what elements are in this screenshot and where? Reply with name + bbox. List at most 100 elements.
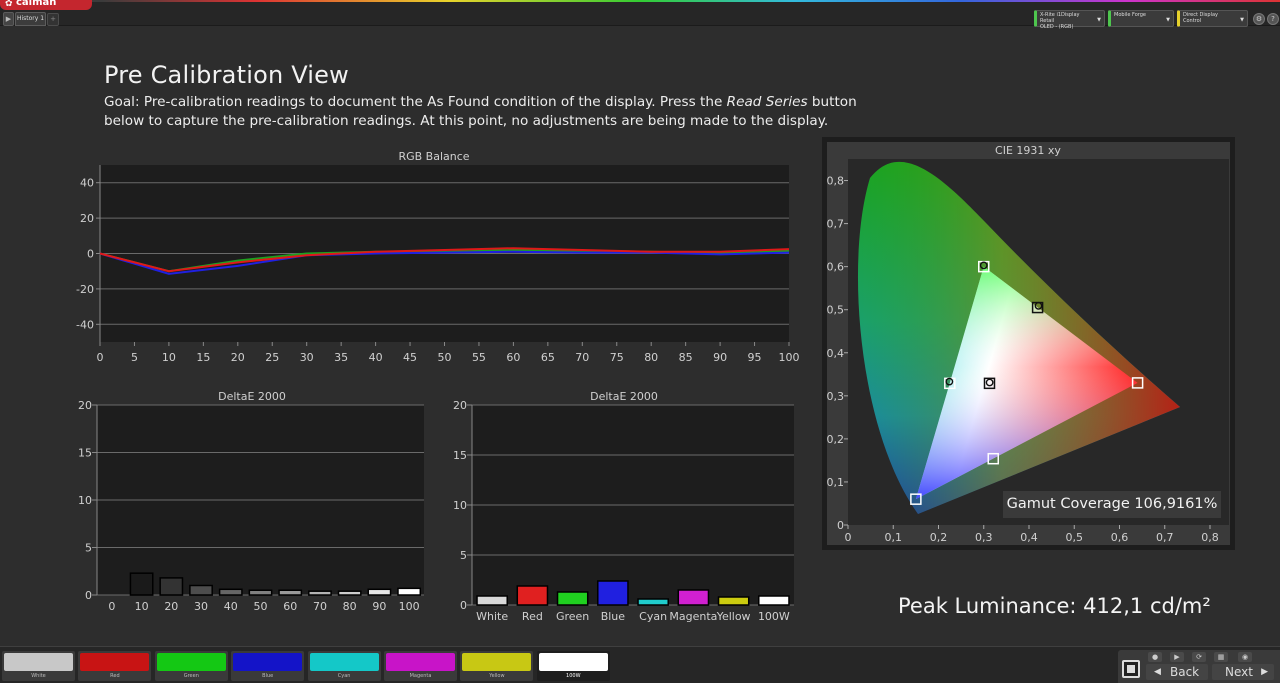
x-tick-label: Green: [556, 610, 589, 623]
patch-swatch: [233, 653, 303, 671]
x-tick-label: 90: [713, 351, 727, 364]
bar-Yellow: [717, 596, 750, 606]
x-tick-label: Cyan: [639, 610, 667, 623]
bar-30: [189, 584, 213, 596]
x-tick-label: 0,5: [1066, 531, 1084, 544]
patch-swatch: [386, 653, 455, 671]
patch-label: 100W: [566, 673, 581, 679]
x-tick-label: 75: [610, 351, 624, 364]
y-tick-label: 10: [453, 499, 467, 512]
bar-60: [278, 589, 303, 596]
x-tick-label: Red: [522, 610, 543, 623]
gamut-coverage-label: Gamut Coverage 106,9161%: [1003, 491, 1221, 518]
x-tick-label: 100: [779, 351, 800, 364]
patch-label: Magenta: [409, 673, 432, 679]
y-tick-label: 15: [453, 449, 467, 462]
patch-label: Cyan: [337, 673, 351, 679]
y-tick-label: 0,7: [827, 218, 845, 231]
patch-label: Green: [183, 673, 199, 679]
x-tick-label: 85: [679, 351, 693, 364]
x-tick-label: 80: [343, 600, 357, 613]
patch-blue[interactable]: Blue: [231, 651, 305, 681]
patch-yellow[interactable]: Yellow: [460, 651, 534, 681]
y-tick-label: 0,3: [827, 390, 845, 403]
y-tick-label: 0,2: [827, 433, 845, 446]
x-tick-label: 20: [164, 600, 178, 613]
patch-swatch: [538, 653, 608, 671]
y-tick-label: 0,8: [827, 175, 845, 188]
patch-white[interactable]: White: [2, 651, 75, 681]
bar-Red: [516, 585, 549, 606]
cie-title: CIE 1931 xy: [995, 144, 1061, 157]
patch-swatch: [462, 653, 532, 671]
x-tick-label: 0,7: [1156, 531, 1174, 544]
x-tick-label: 0: [108, 600, 115, 613]
x-tick-label: 0,3: [975, 531, 993, 544]
next-button[interactable]: Next ▶: [1212, 664, 1274, 680]
arrow-right-icon: ▶: [1261, 667, 1268, 677]
x-tick-label: 20: [231, 351, 245, 364]
x-tick-label: 90: [372, 600, 386, 613]
patch-red[interactable]: Red: [78, 651, 152, 681]
bar-Cyan: [637, 598, 669, 606]
x-tick-label: 30: [300, 351, 314, 364]
x-tick-label: White: [476, 610, 508, 623]
patch-100w[interactable]: 100W: [536, 651, 610, 681]
y-tick-label: 0,1: [827, 476, 845, 489]
bar-Magenta: [677, 589, 710, 606]
x-tick-label: 60: [283, 600, 297, 613]
deltae-grayscale-chart: DeltaE 2000 201510500 10 20 30 40 50 60 70 80 90 1…: [78, 390, 424, 613]
patch-cyan[interactable]: Cyan: [307, 651, 381, 681]
y-tick-label: 0,5: [827, 304, 845, 317]
y-tick-label: 0: [87, 248, 94, 261]
camera-icon[interactable]: ◉: [1238, 652, 1252, 662]
deltae-grayscale-title: DeltaE 2000: [218, 390, 286, 403]
stop-icon[interactable]: [1122, 660, 1140, 678]
y-tick-label: 40: [80, 177, 94, 190]
deltae-colors-chart: DeltaE 2000 20 15 10 5 0 White Red Green Blue Cya…: [453, 390, 794, 623]
bar-Green: [556, 591, 589, 606]
y-tick-label: 5: [85, 542, 92, 555]
y-tick-label: 10: [78, 494, 92, 507]
back-button[interactable]: ◀ Back: [1146, 664, 1208, 680]
loop-icon[interactable]: ⟳: [1192, 652, 1206, 662]
bar-20: [159, 577, 184, 596]
y-tick-label: 15: [78, 447, 92, 460]
patch-swatch: [309, 653, 379, 671]
next-label: Next: [1225, 665, 1253, 679]
arrow-left-icon: ◀: [1154, 667, 1161, 677]
y-tick-label: 0: [85, 589, 92, 602]
bar-100: [397, 587, 422, 596]
x-tick-label: 50: [254, 600, 268, 613]
x-tick-label: 30: [194, 600, 208, 613]
y-tick-label: -20: [76, 283, 94, 296]
record-icon[interactable]: ●: [1148, 652, 1162, 662]
x-tick-label: 0,4: [1020, 531, 1038, 544]
bar-100W: [758, 595, 790, 606]
x-tick-label: 65: [541, 351, 555, 364]
patch-label: Blue: [262, 673, 274, 679]
x-tick-label: 100: [399, 600, 420, 613]
x-tick-label: 50: [438, 351, 452, 364]
x-tick-label: 0,2: [930, 531, 948, 544]
patch-magenta[interactable]: Magenta: [384, 651, 457, 681]
patch-label: Yellow: [489, 673, 505, 679]
play-icon[interactable]: ▶: [1170, 652, 1184, 662]
patch-swatch: [4, 653, 73, 671]
x-tick-label: 5: [131, 351, 138, 364]
grid-icon[interactable]: ▦: [1214, 652, 1228, 662]
patch-green[interactable]: Green: [154, 651, 228, 681]
x-tick-label: 40: [369, 351, 383, 364]
bar-10: [129, 572, 154, 596]
x-tick-label: Blue: [601, 610, 626, 623]
x-tick-label: 15: [196, 351, 210, 364]
cie-chart: CIE 1931 xy 0 0,1 0,2 0,3 0,4 0,5 0,6 0,…: [822, 137, 1235, 550]
rgb-balance-title: RGB Balance: [398, 150, 469, 163]
x-tick-label: 25: [265, 351, 279, 364]
y-tick-label: 5: [460, 549, 467, 562]
x-tick-label: 0: [97, 351, 104, 364]
patch-label: Red: [110, 673, 120, 679]
x-tick-label: Yellow: [716, 610, 751, 623]
patch-swatch: [156, 653, 226, 671]
bar-80: [337, 590, 362, 596]
